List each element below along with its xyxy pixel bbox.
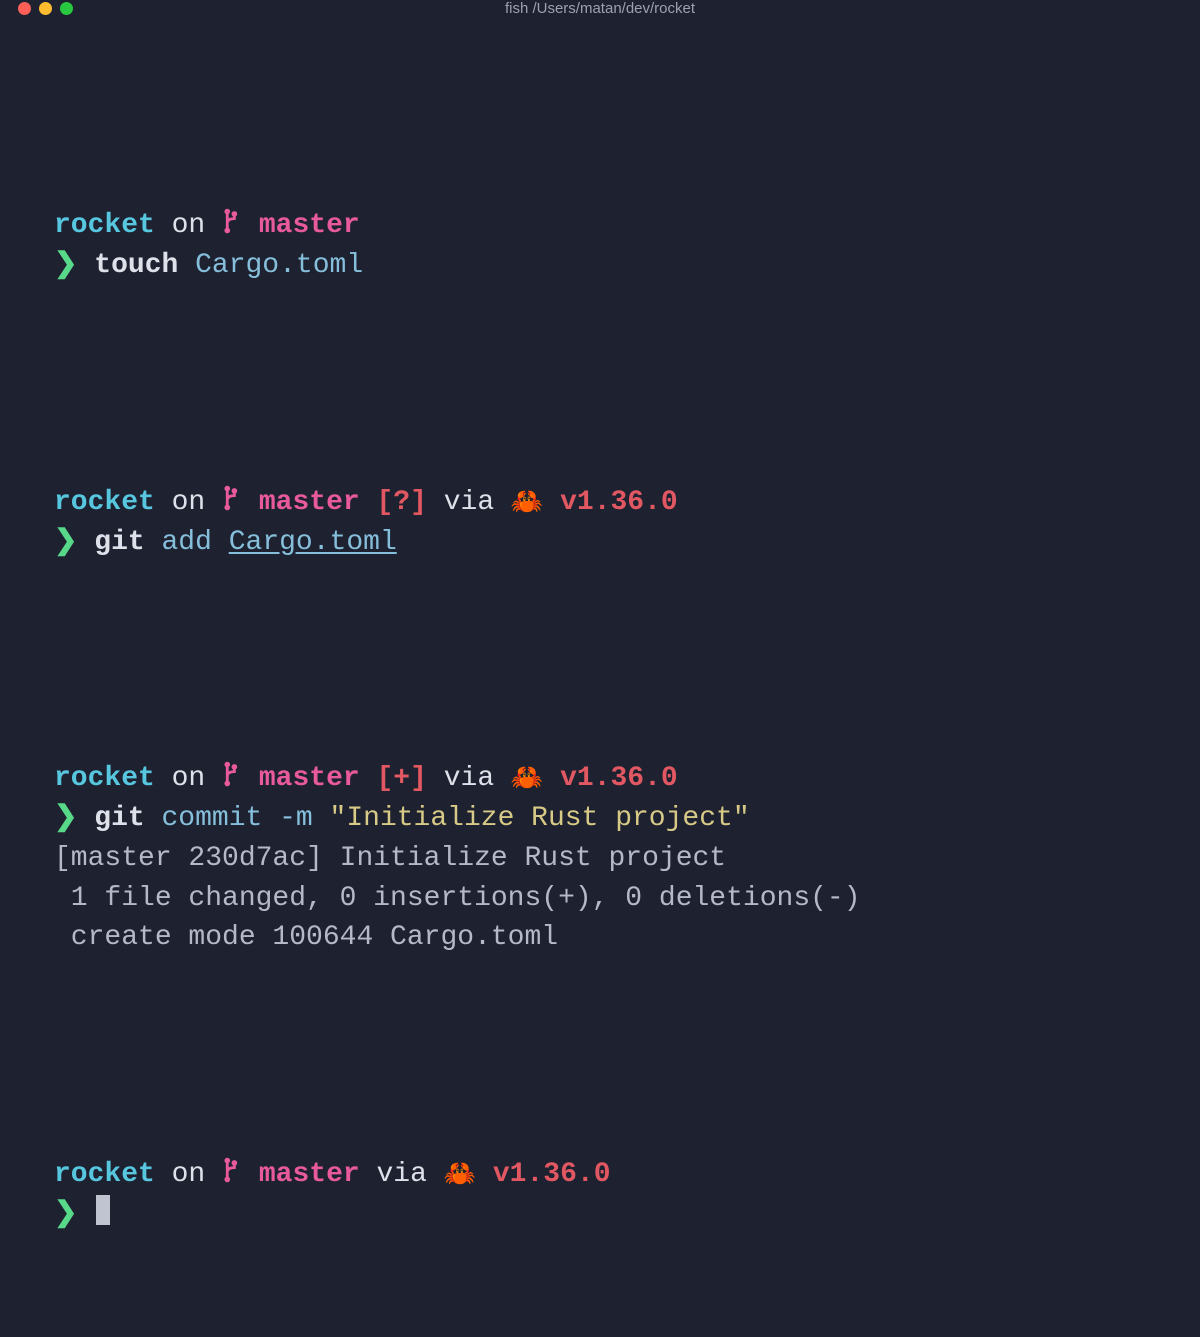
- rust-version: v1.36.0: [543, 487, 677, 518]
- prompt-via: via: [360, 1159, 444, 1190]
- prompt-arrow: ❯: [54, 527, 77, 558]
- cursor: [96, 1195, 110, 1225]
- command-sub: add: [145, 527, 229, 558]
- command-block: rocket on master [?] via 🦀 v1.36.0 ❯ git…: [54, 483, 1146, 563]
- command-sub: commit: [145, 803, 279, 834]
- command-block: rocket on master via 🦀 v1.36.0 ❯: [54, 1155, 1146, 1235]
- output-line: [master 230d7ac] Initialize Rust project: [54, 843, 726, 874]
- output-line: 1 file changed, 0 insertions(+), 0 delet…: [54, 883, 861, 914]
- terminal-window: fish /Users/matan/dev/rocket rocket on m…: [0, 0, 1200, 752]
- command-arg: Cargo.toml: [229, 527, 397, 558]
- git-branch-icon: [222, 210, 259, 241]
- command-block: rocket on master [+] via 🦀 v1.36.0 ❯ git…: [54, 759, 1146, 958]
- command: touch: [94, 250, 178, 281]
- prompt-on: on: [155, 1159, 222, 1190]
- traffic-lights: [18, 2, 73, 15]
- crab-icon: 🦀: [444, 1157, 476, 1194]
- terminal-content[interactable]: rocket on master ❯ touch Cargo.toml rock…: [0, 17, 1200, 1334]
- command: git: [94, 803, 144, 834]
- prompt-via: via: [427, 763, 511, 794]
- git-status: [+]: [360, 763, 427, 794]
- minimize-button[interactable]: [39, 2, 52, 15]
- window-title: fish /Users/matan/dev/rocket: [18, 0, 1182, 17]
- git-branch-icon: [222, 1159, 259, 1190]
- output-line: create mode 100644 Cargo.toml: [54, 922, 558, 953]
- prompt-dir: rocket: [54, 763, 155, 794]
- crab-icon: 🦀: [511, 761, 543, 798]
- prompt-dir: rocket: [54, 487, 155, 518]
- git-branch-icon: [222, 487, 259, 518]
- titlebar: fish /Users/matan/dev/rocket: [0, 0, 1200, 17]
- prompt-dir: rocket: [54, 210, 155, 241]
- prompt-branch: master: [259, 487, 360, 518]
- command-block: rocket on master ❯ touch Cargo.toml: [54, 206, 1146, 286]
- prompt-on: on: [155, 210, 222, 241]
- close-button[interactable]: [18, 2, 31, 15]
- rust-version: v1.36.0: [476, 1159, 610, 1190]
- command-arg: Cargo.toml: [178, 250, 363, 281]
- command: git: [94, 527, 144, 558]
- command-flag: -m: [279, 803, 329, 834]
- prompt-branch: master: [259, 210, 360, 241]
- prompt-arrow: ❯: [54, 1199, 77, 1230]
- crab-icon: 🦀: [511, 485, 543, 522]
- prompt-via: via: [427, 487, 511, 518]
- rust-version: v1.36.0: [543, 763, 677, 794]
- command-msg: "Initialize Rust project": [330, 803, 750, 834]
- prompt-arrow: ❯: [54, 803, 77, 834]
- maximize-button[interactable]: [60, 2, 73, 15]
- git-branch-icon: [222, 763, 259, 794]
- prompt-on: on: [155, 487, 222, 518]
- git-status: [?]: [360, 487, 427, 518]
- prompt-arrow: ❯: [54, 250, 77, 281]
- prompt-dir: rocket: [54, 1159, 155, 1190]
- prompt-branch: master: [259, 763, 360, 794]
- prompt-branch: master: [259, 1159, 360, 1190]
- prompt-on: on: [155, 763, 222, 794]
